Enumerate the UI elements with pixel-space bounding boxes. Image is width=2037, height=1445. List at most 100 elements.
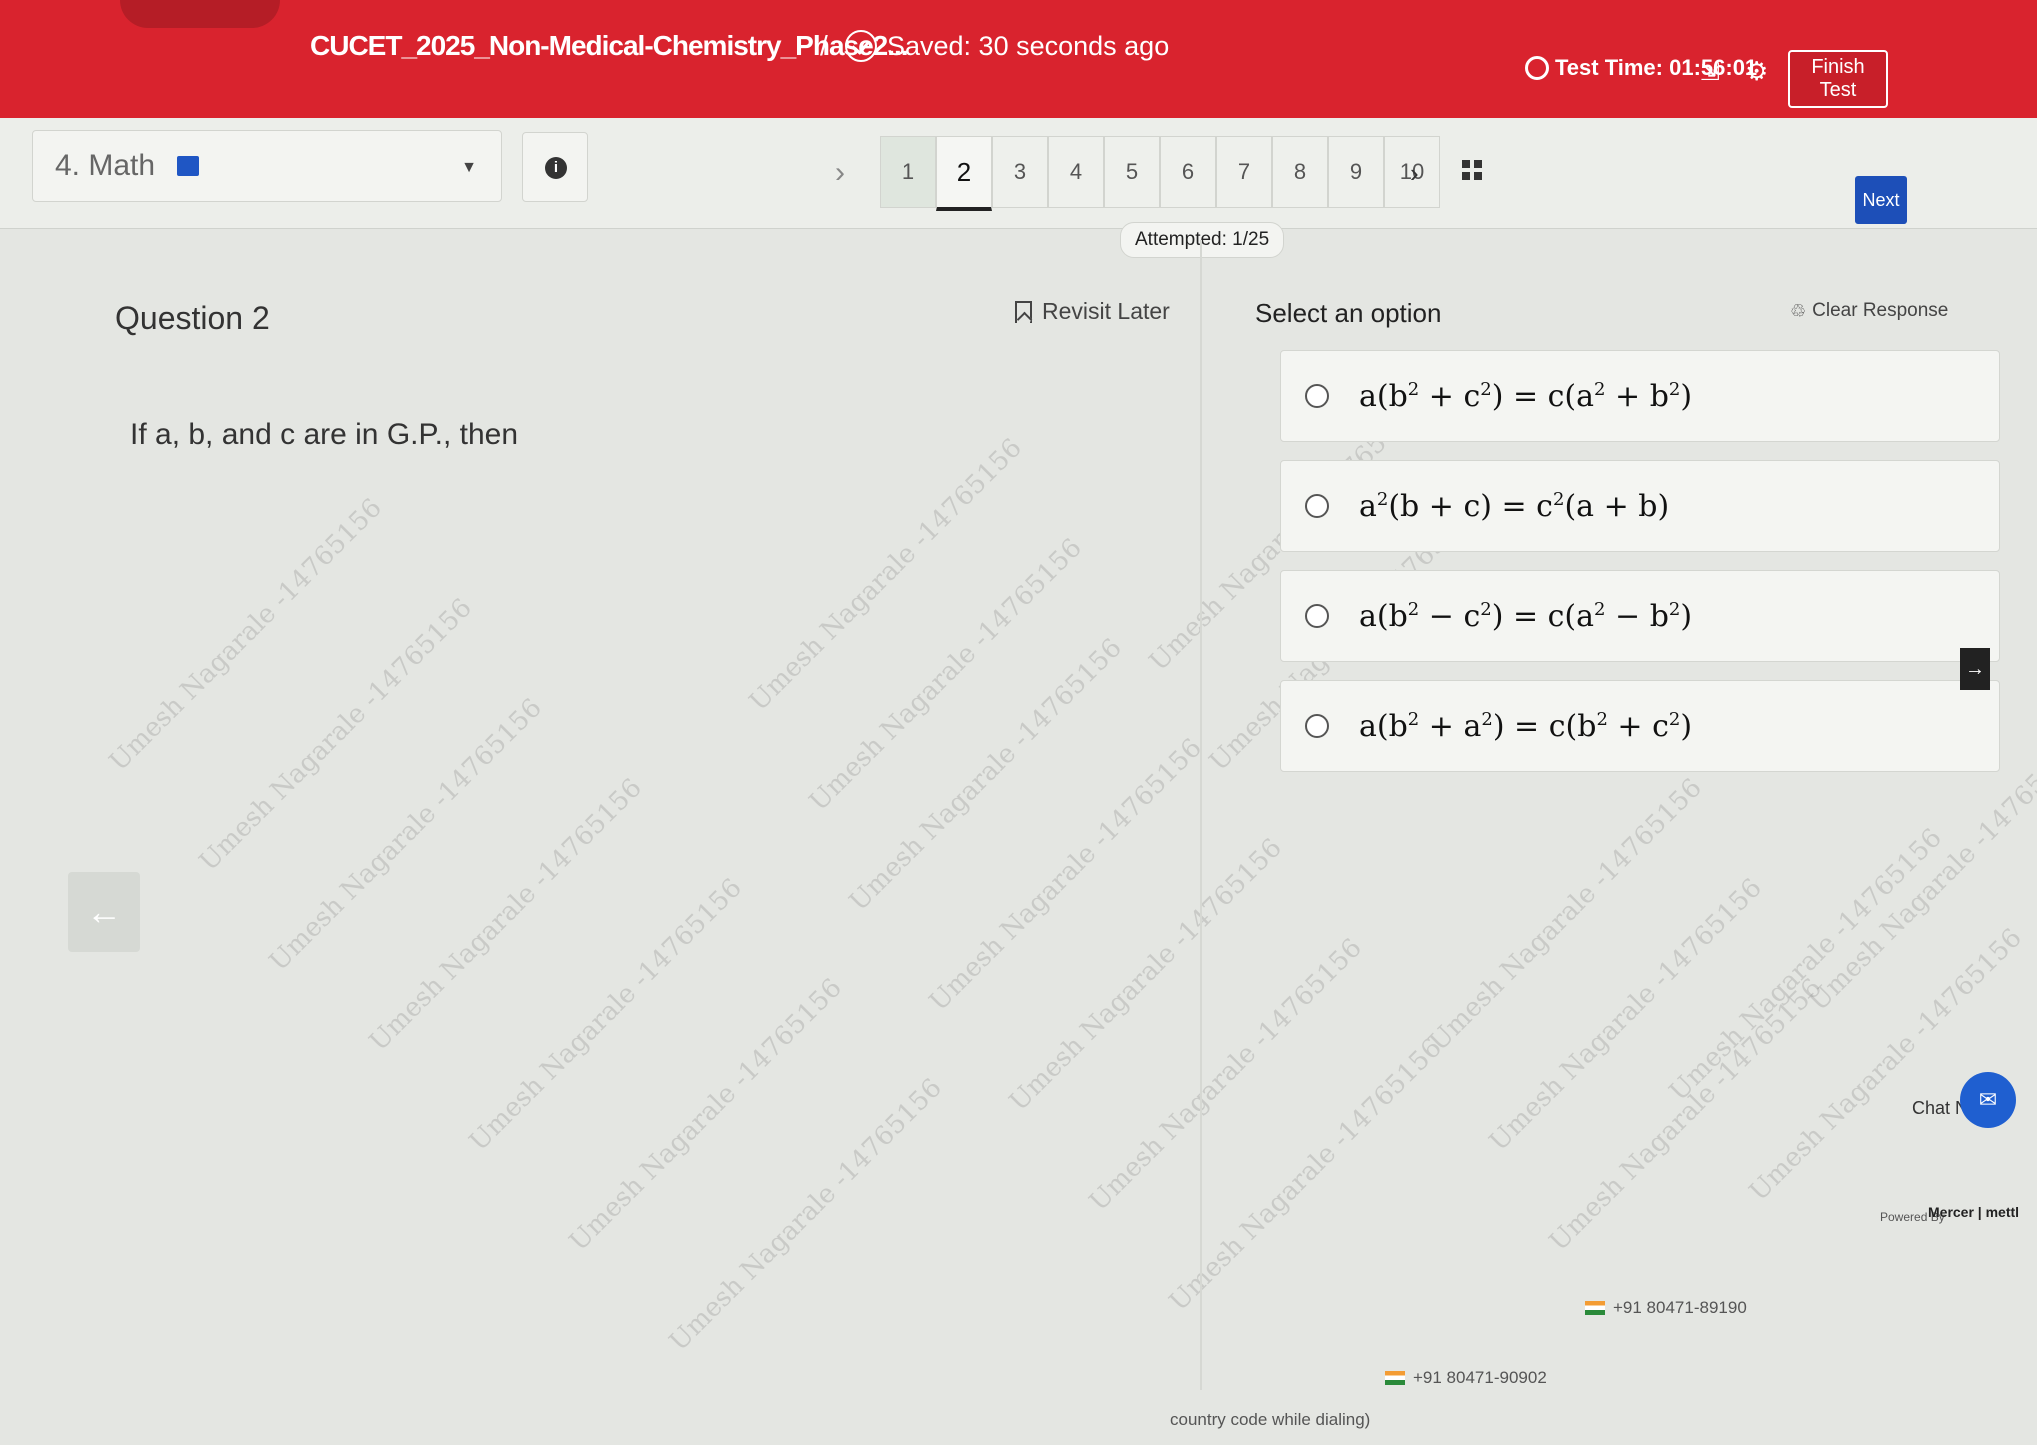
expression-part: ) [1680,708,1693,744]
title-separator: / [820,30,828,61]
gear-icon[interactable]: ⚙ [1745,56,1768,87]
support-phone-2-text: +91 80471-90902 [1413,1368,1547,1387]
watermark-text: Umesh Nagarale -14765156 [1743,922,2028,1208]
dialing-note: country code while dialing) [1170,1410,1371,1429]
exponent: 2 [1596,708,1608,730]
radio-button[interactable] [1305,494,1329,518]
question-nav-item[interactable]: 8 [1272,136,1328,208]
clock-icon [1525,56,1549,80]
watermark-text: Umesh Nagarale -14765156 [1483,872,1768,1158]
question-nav-item[interactable]: 7 [1216,136,1272,208]
prev-questions-arrow[interactable]: › [835,156,845,190]
exponent: 2 [1552,488,1565,510]
bookmark-icon [1015,300,1032,323]
attempted-count: Attempted: 1/25 [1120,222,1285,258]
exponent: 2 [1376,488,1389,510]
question-nav-item[interactable]: 5 [1104,136,1160,208]
test-timer-text: Test Time: 01:56:01 [1555,55,1758,80]
save-status-text: Saved: 30 seconds ago [887,30,1170,61]
expression-part: − b [1605,598,1669,634]
cloud-check-icon [845,30,877,62]
expression-part: + b [1605,378,1669,414]
radio-button[interactable] [1305,714,1329,738]
answer-option[interactable]: a(b2 + c2) = c(a2 + b2) [1280,350,2000,442]
india-flag-icon [1385,1371,1405,1385]
back-arrow-button[interactable]: ← [68,872,140,952]
save-status: Saved: 30 seconds ago [845,30,1169,62]
question-toolbar: 4. Math ▼ i › 1 2 3 4 5 6 7 8 9 10 › Next [0,118,2037,229]
exponent: 2 [1668,378,1681,400]
exponent: 2 [1407,708,1420,730]
info-icon: i [545,157,567,179]
test-timer: Test Time: 01:56:01 [1525,55,1757,81]
subject-dropdown-value: 4. Math [55,149,156,182]
expand-panel-arrow[interactable]: → [1960,648,1990,690]
exponent: 2 [1407,378,1420,400]
next-questions-arrow[interactable]: › [1410,158,1419,189]
watermark-text: Umesh Nagarale -14765156 [1663,822,1948,1108]
question-navigator: 1 2 3 4 5 6 7 8 9 10 [880,136,1440,211]
expression-part: a(b [1359,708,1408,744]
watermark-text: Umesh Nagarale -14765156 [1543,972,1828,1258]
question-nav-item[interactable]: 3 [992,136,1048,208]
chevron-down-icon: ▼ [461,159,477,176]
question-nav-item[interactable]: 1 [880,136,936,208]
radio-button[interactable] [1305,384,1329,408]
answer-option-text: a(b2 + a2) = c(b2 + c2) [1359,709,1692,744]
revisit-later-button[interactable]: Revisit Later [1015,298,1170,325]
expression-part: (b + c) = c [1388,488,1553,524]
expression-part: a(b [1359,378,1408,414]
support-phone-1-text: +91 80471-89190 [1613,1298,1747,1317]
support-phone-2: +91 80471-90902 [1385,1368,1547,1388]
question-title: Question 2 [115,300,270,336]
brand-logo [120,0,280,28]
watermark-text: Umesh Nagarale -14765156 [1163,1032,1448,1318]
exponent: 2 [1480,598,1492,620]
reset-icon: ♲ [1790,300,1807,321]
india-flag-icon [1585,1301,1605,1315]
exponent: 2 [1594,598,1606,620]
expression-part: ) = c(a [1491,598,1595,634]
question-nav-item[interactable]: 9 [1328,136,1384,208]
expression-part: ) [1680,598,1693,634]
question-nav-item[interactable]: 2 [936,136,992,211]
exponent: 2 [1480,378,1492,400]
expression-part: + c [1419,378,1481,414]
question-text: If a, b, and c are in G.P., then [130,418,519,451]
radio-button[interactable] [1305,604,1329,628]
expression-part: ) [1680,378,1693,414]
select-option-label: Select an option [1255,298,1442,328]
expression-part: ) = c(b [1492,708,1597,744]
exponent: 2 [1668,598,1681,620]
answer-option[interactable]: a(b2 − c2) = c(a2 − b2) [1280,570,2000,662]
finish-test-button[interactable]: Finish Test [1788,50,1888,108]
question-nav-item[interactable]: 4 [1048,136,1104,208]
question-nav-item[interactable]: 6 [1160,136,1216,208]
expression-part: (a + b) [1564,488,1670,524]
info-button[interactable]: i [522,132,588,202]
clear-response-button[interactable]: ♲ Clear Response [1790,300,1948,322]
answer-option[interactable]: a(b2 + a2) = c(b2 + c2) [1280,680,2000,772]
support-phone-1: +91 80471-89190 [1585,1298,1747,1318]
expression-part: a [1359,488,1377,524]
clear-response-label: Clear Response [1812,300,1949,321]
answer-option[interactable]: a2(b + c) = c2(a + b) [1280,460,2000,552]
question-grid-icon[interactable] [1462,160,1482,180]
panel-divider [1200,240,1202,1390]
header-bar: CUCET_2025_Non-Medical-Chemistry_Phase2.… [0,0,2037,118]
exponent: 2 [1594,378,1606,400]
exponent: 2 [1668,708,1681,730]
expression-part: + a [1419,708,1482,744]
answer-option-text: a(b2 − c2) = c(a2 − b2) [1359,599,1692,634]
answer-option-text: a(b2 + c2) = c(a2 + b2) [1359,379,1692,414]
chat-icon[interactable]: ✉ [1960,1072,2016,1128]
exit-fullscreen-icon[interactable]: ⇲ [1700,58,1720,87]
watermark-text: Umesh Nagarale -14765156 [1803,732,2037,1018]
expression-part: a(b [1359,598,1408,634]
exponent: 2 [1481,708,1493,730]
subject-dropdown[interactable]: 4. Math ▼ [32,130,502,202]
next-button[interactable]: Next [1855,176,1907,224]
expression-part: ) = c(a [1491,378,1595,414]
section-tag-icon [177,156,200,176]
expression-part: − c [1419,598,1481,634]
